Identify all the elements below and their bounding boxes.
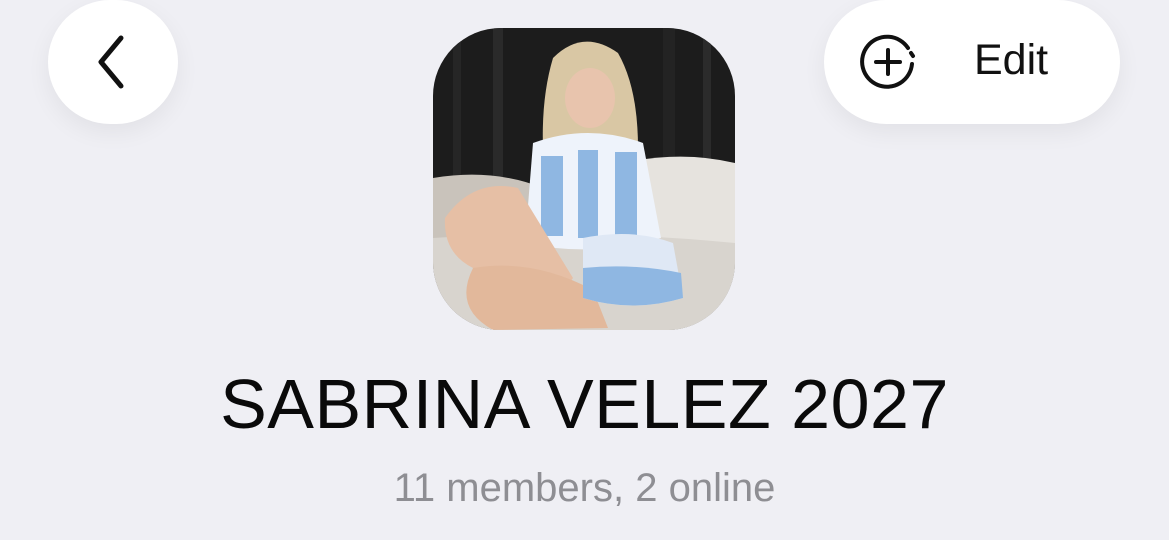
add-member-dashed-circle-icon	[860, 34, 915, 89]
group-avatar[interactable]	[433, 28, 735, 330]
chevron-left-icon	[98, 35, 124, 89]
back-button[interactable]	[48, 0, 178, 124]
header-actions: Edit	[824, 0, 1120, 124]
edit-button[interactable]: Edit	[974, 28, 1048, 92]
group-name: SABRINA VELEZ 2027	[220, 365, 949, 443]
group-member-status: 11 members, 2 online	[393, 466, 776, 510]
group-avatar-photo	[433, 28, 735, 330]
add-member-button[interactable]	[852, 26, 924, 98]
